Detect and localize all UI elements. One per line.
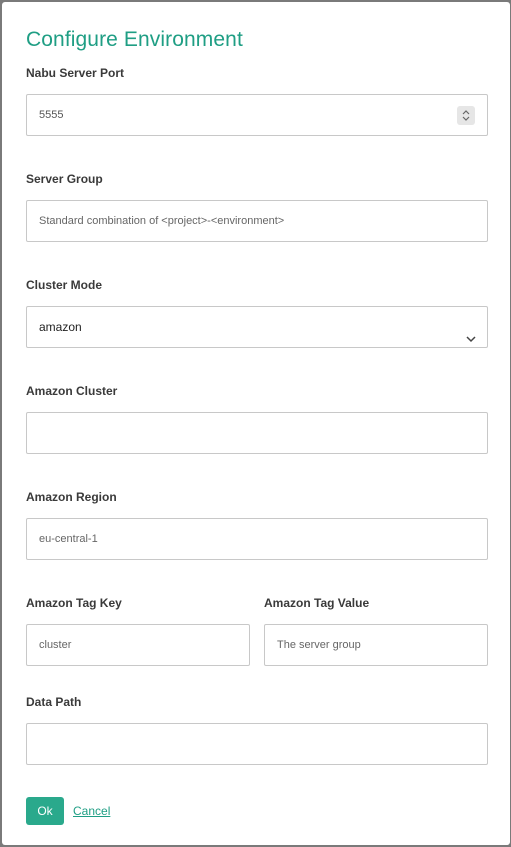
server-group-input[interactable]: Standard combination of <project>-<envir… — [26, 200, 488, 242]
amazon-tag-key-placeholder: cluster — [39, 639, 72, 651]
cancel-link[interactable]: Cancel — [73, 804, 110, 818]
server-group-label: Server Group — [26, 172, 103, 186]
amazon-tag-value-input[interactable]: The server group — [264, 624, 488, 666]
server-port-label: Nabu Server Port — [26, 66, 125, 80]
server-port-input[interactable]: 5555 — [26, 94, 488, 136]
amazon-region-placeholder: eu-central-1 — [39, 533, 98, 545]
ok-button[interactable]: Ok — [26, 797, 64, 825]
chevron-down-icon — [465, 321, 477, 343]
cluster-mode-label: Cluster Mode — [26, 278, 103, 292]
amazon-region-input[interactable]: eu-central-1 — [26, 518, 488, 560]
server-group-placeholder: Standard combination of <project>-<envir… — [39, 215, 285, 227]
amazon-cluster-label: Amazon Cluster — [26, 384, 118, 398]
amazon-tag-key-input[interactable]: cluster — [26, 624, 250, 666]
amazon-tag-value-placeholder: The server group — [277, 639, 361, 651]
cluster-mode-select[interactable]: amazon — [26, 306, 488, 348]
dialog-title: Configure Environment — [26, 28, 243, 51]
up-down-stepper-icon[interactable] — [457, 106, 475, 125]
amazon-tag-key-label: Amazon Tag Key — [26, 596, 122, 610]
cluster-mode-value: amazon — [39, 320, 82, 334]
configure-environment-dialog: Configure Environment Nabu Server Port 5… — [2, 2, 510, 845]
data-path-label: Data Path — [26, 695, 82, 709]
amazon-tag-value-label: Amazon Tag Value — [264, 596, 370, 610]
data-path-input[interactable] — [26, 723, 488, 765]
amazon-region-label: Amazon Region — [26, 490, 117, 504]
server-port-value: 5555 — [39, 109, 64, 121]
amazon-cluster-input[interactable] — [26, 412, 488, 454]
